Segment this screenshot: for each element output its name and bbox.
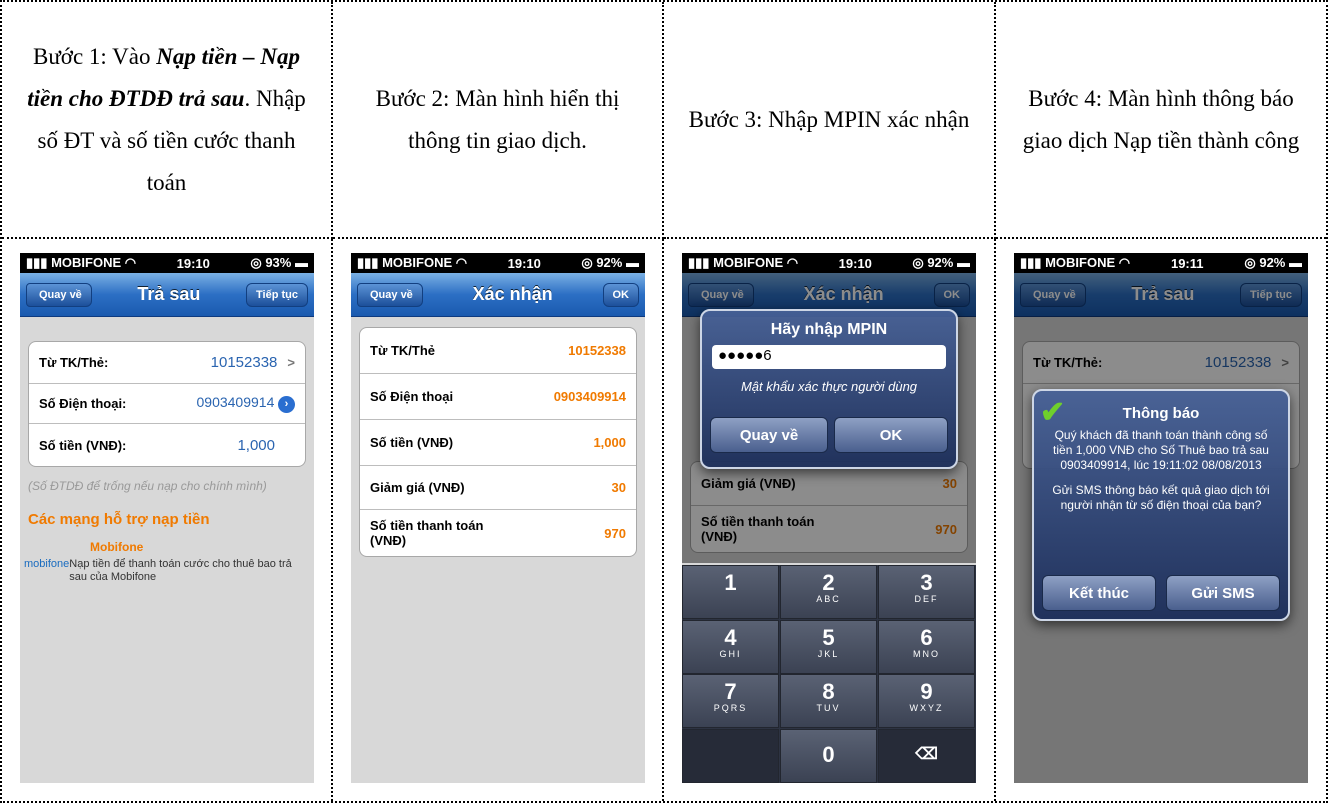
network-name: Mobifone — [90, 540, 144, 554]
key-4[interactable]: 4 GHI — [682, 620, 779, 674]
key-3[interactable]: 3 DEF — [878, 565, 975, 619]
dialog-message: Mật khẩu xác thực người dùng — [740, 379, 918, 394]
mpin-input[interactable]: ●●●●●6 — [712, 345, 946, 369]
finish-button[interactable]: Kết thúc — [1042, 575, 1156, 611]
status-bar: ▮▮▮ MOBIFONE ◠ 19:10 ◎ 92% ▬ — [351, 253, 645, 273]
dialog-title: Hãy nhập MPIN — [770, 321, 888, 338]
success-dialog: ✔ Thông báo Quý khách đã thanh toán thàn… — [1032, 389, 1290, 621]
key-9[interactable]: 9 WXYZ — [878, 674, 975, 728]
checkmark-icon: ✔ — [1040, 396, 1066, 429]
summary-row: Từ TK/Thẻ 10152338 — [360, 328, 636, 374]
wifi-icon: ◠ — [786, 255, 799, 270]
cancel-button[interactable]: Quay về — [710, 417, 828, 453]
phone-screen-1: ▮▮▮ MOBIFONE ◠ 19:10 ◎ 93% ▬ Quay về Trả s… — [20, 253, 314, 783]
wifi-icon: ◠ — [124, 255, 137, 270]
battery-icon: ▬ — [294, 255, 308, 270]
ok-button[interactable]: OK — [602, 282, 639, 307]
key-5[interactable]: 5 JKL — [780, 620, 877, 674]
status-bar: ▮▮▮ MOBIFONE ◠ 19:10 ◎ 92% ▬ — [682, 253, 976, 273]
battery-icon: ▬ — [956, 255, 970, 270]
delete-icon[interactable]: ⌫ — [878, 729, 975, 783]
mobifone-logo: mobifone — [24, 558, 70, 570]
step1-caption: Bước 1: Vào Nạp tiền – Nạp tiền cho ĐTDĐ… — [2, 2, 333, 239]
mpin-dialog: Hãy nhập MPIN ●●●●●6 Mật khẩu xác thực n… — [700, 309, 958, 469]
step4-caption: Bước 4: Màn hình thông báo giao dịch Nạp… — [996, 2, 1326, 239]
phone-screen-2: ▮▮▮ MOBIFONE ◠ 19:10 ◎ 92% ▬ Quay về Xác n… — [351, 253, 645, 783]
summary-row: Số Điện thoại 0903409914 — [360, 374, 636, 420]
battery-icon: ▬ — [625, 255, 639, 270]
network-item[interactable]: mobifone Nạp tiền để thanh toán cước cho… — [24, 558, 306, 584]
wifi-icon: ◠ — [455, 255, 468, 270]
summary-row: Số tiền thanh toán (VNĐ) 970 — [370, 518, 626, 548]
clock: 19:10 — [176, 255, 210, 271]
nav-bar: Quay về Trả sau Tiếp tục — [20, 273, 314, 317]
lock-rotation-icon: ◎ — [1244, 255, 1256, 270]
nav-title: Xác nhận — [472, 284, 553, 304]
key-0[interactable]: 0 — [780, 729, 877, 783]
ok-button[interactable]: OK — [834, 417, 948, 453]
lock-rotation-icon: ◎ — [581, 255, 593, 270]
key-6[interactable]: 6 MNO — [878, 620, 975, 674]
lock-rotation-icon: ◎ — [250, 255, 262, 270]
key-8[interactable]: 8 TUV — [780, 674, 877, 728]
phone-screen-3: ▮▮▮ MOBIFONE ◠ 19:10 ◎ 92% ▬ Quay về Xác n… — [682, 253, 976, 783]
summary-row: Số tiền (VNĐ) 1,000 — [360, 420, 636, 466]
amount-row[interactable]: Số tiền (VNĐ): 1,000 — [29, 424, 305, 466]
phone-screen-4: ▮▮▮ MOBIFONE ◠ 19:11 ◎ 92% ▬ Quay về Trả s… — [1014, 253, 1308, 783]
step2-screenshot-cell: ▮▮▮ MOBIFONE ◠ 19:10 ◎ 92% ▬ Quay về Xác n… — [333, 239, 664, 801]
chevron-right-icon: > — [287, 355, 295, 370]
numeric-keypad: 1 2 ABC 3 DEF 4 GHI 5 JKL 6 MNO 7 PQRS 8 TUV 9W… — [682, 565, 976, 783]
step2-caption: Bước 2: Màn hình hiển thị thông tin giao… — [333, 2, 664, 239]
section-title: Các mạng hỗ trợ nạp tiền — [28, 511, 210, 528]
step3-caption: Bước 3: Nhập MPIN xác nhận — [664, 2, 996, 239]
wifi-icon: ◠ — [1118, 255, 1131, 270]
step3-screenshot-cell: ▮▮▮ MOBIFONE ◠ 19:10 ◎ 92% ▬ Quay về Xác n… — [664, 239, 996, 801]
back-button[interactable]: Quay về — [357, 282, 423, 307]
dialog-title: Thông báo — [1122, 405, 1200, 422]
network-desc: Nạp tiền để thanh toán cước cho thuê bao… — [69, 558, 292, 583]
nav-bar: Quay về Xác nhận OK — [351, 273, 645, 317]
lock-rotation-icon: ◎ — [912, 255, 924, 270]
sms-prompt: Gửi SMS thông báo kết quả giao dịch tới … — [1052, 483, 1270, 512]
contact-picker-icon[interactable]: › — [278, 396, 295, 413]
step4-screenshot-cell: ▮▮▮ MOBIFONE ◠ 19:11 ◎ 92% ▬ Quay về Trả s… — [996, 239, 1326, 801]
summary-group: Từ TK/Thẻ 10152338 Số Điện thoại 090340991… — [359, 327, 637, 557]
status-bar: ▮▮▮ MOBIFONE ◠ 19:10 ◎ 93% ▬ — [20, 253, 314, 273]
steps-table: Bước 1: Vào Nạp tiền – Nạp tiền cho ĐTDĐ… — [0, 0, 1328, 803]
battery-icon: ▬ — [1289, 255, 1302, 270]
key-2[interactable]: 2 ABC — [780, 565, 877, 619]
back-button[interactable]: Quay về — [26, 282, 92, 307]
step1-screenshot-cell: ▮▮▮ MOBIFONE ◠ 19:10 ◎ 93% ▬ Quay về Trả s… — [2, 239, 333, 801]
summary-row: Giảm giá (VNĐ) 30 — [360, 466, 636, 510]
step1-pre: Bước 1: Vào — [33, 43, 157, 69]
key-1[interactable]: 1 — [682, 565, 779, 619]
account-row[interactable]: Từ TK/Thẻ: 10152338 > — [29, 342, 305, 384]
phone-row[interactable]: Số Điện thoại: 0903409914 › — [29, 384, 305, 424]
continue-button[interactable]: Tiếp tục — [246, 282, 308, 307]
hint-text: (Số ĐTDĐ để trống nếu nạp cho chính mình… — [28, 479, 267, 493]
form-group: Từ TK/Thẻ: 10152338 > Số Điện thoại: 090340… — [28, 341, 306, 467]
key-7[interactable]: 7 PQRS — [682, 674, 779, 728]
key-blank — [682, 729, 779, 783]
success-message: Quý khách đã thanh toán thành công số ti… — [1053, 428, 1269, 472]
nav-title: Trả sau — [137, 284, 201, 304]
status-bar: ▮▮▮ MOBIFONE ◠ 19:11 ◎ 92% ▬ — [1014, 253, 1308, 273]
send-sms-button[interactable]: Gửi SMS — [1166, 575, 1280, 611]
